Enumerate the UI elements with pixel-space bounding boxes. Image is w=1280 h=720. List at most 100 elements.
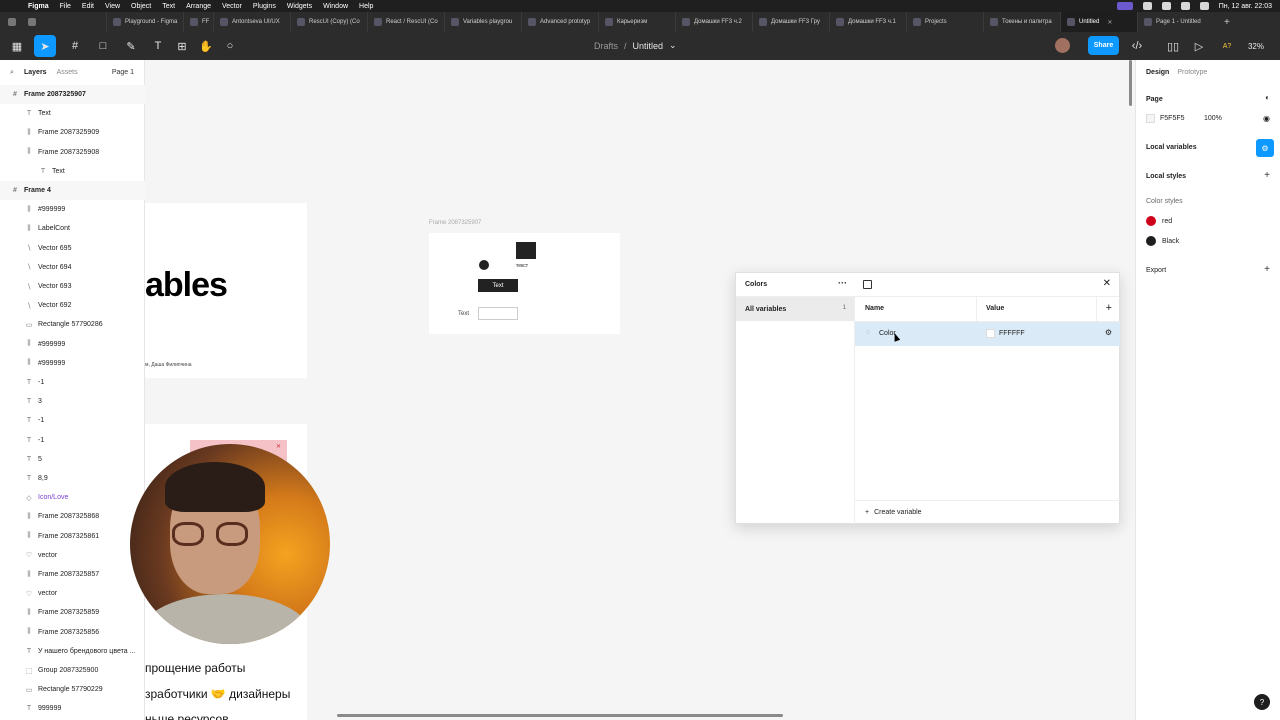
layer-item[interactable]: ⫼ Frame 2087325908	[0, 143, 145, 162]
file-tab[interactable]: Projects	[906, 12, 983, 32]
avatar[interactable]	[1055, 38, 1070, 53]
layer-item[interactable]: T 8,9	[0, 469, 145, 488]
page-opacity-value[interactable]: 100%	[1204, 115, 1222, 122]
menu-extra-icon[interactable]	[1142, 2, 1152, 10]
layer-item[interactable]: ∖ Vector 693	[0, 277, 145, 296]
open-variables-icon[interactable]: ⚙	[1256, 139, 1274, 157]
file-tab[interactable]: Page 1 - Untitled	[1137, 12, 1214, 32]
font-warning[interactable]: A?	[1218, 37, 1236, 55]
breadcrumb-drafts[interactable]: Drafts	[594, 41, 618, 51]
file-tab[interactable]: Advanced prototyp	[521, 12, 598, 32]
frame-tool-icon[interactable]: #	[66, 37, 84, 55]
layer-item[interactable]: ♡ vector	[0, 546, 145, 565]
share-button[interactable]: Share	[1088, 36, 1119, 55]
sidebar-toggle-icon[interactable]	[863, 280, 872, 289]
file-tab[interactable]: Домашки FF3 ч.1	[829, 12, 906, 32]
battery-icon[interactable]	[1161, 2, 1171, 10]
layer-item[interactable]: # Frame 4	[0, 181, 145, 200]
page-selector[interactable]: Page 1	[112, 69, 134, 76]
layer-item[interactable]: ⫼ Frame 2087325861	[0, 527, 145, 546]
file-tab[interactable]: Antontseva UI/UX	[213, 12, 290, 32]
menu-help[interactable]: Help	[359, 3, 373, 10]
edit-variable-icon[interactable]: ⚙	[1105, 328, 1112, 337]
layer-item[interactable]: ⫼ Frame 2087325856	[0, 623, 145, 642]
main-menu-icon[interactable]: ▦	[8, 37, 26, 55]
layer-item[interactable]: ⫼ Frame 2087325868	[0, 507, 145, 526]
menu-edit[interactable]: Edit	[82, 3, 94, 10]
file-tab[interactable]: Домашки FF3 ч.2	[675, 12, 752, 32]
layer-item[interactable]: T 999999	[0, 699, 145, 718]
new-tab-icon[interactable]: +	[1224, 17, 1230, 28]
menu-view[interactable]: View	[105, 3, 120, 10]
file-tab[interactable]: RescUI (Copy) (Co	[290, 12, 367, 32]
zoom-level[interactable]: 32%	[1245, 37, 1267, 55]
file-tab[interactable]: Variables playgrou	[444, 12, 521, 32]
add-mode-icon[interactable]: +	[1106, 302, 1112, 314]
layer-item[interactable]: T5	[0, 450, 145, 469]
horizontal-scrollbar[interactable]	[337, 714, 783, 717]
layer-item[interactable]: T -1	[0, 431, 145, 450]
layer-item[interactable]: ⫼ #999999	[0, 354, 145, 373]
canvas-circle[interactable]	[479, 260, 489, 270]
layer-item[interactable]: ⫼ #999999	[0, 200, 145, 219]
frame-label[interactable]: Frame 2087325907	[429, 220, 481, 226]
canvas-input-label[interactable]: Text	[458, 311, 469, 317]
layer-item[interactable]: T -1	[0, 373, 145, 392]
layer-item[interactable]: ∖ Vector 695	[0, 239, 145, 258]
layer-item[interactable]: ♡ vector	[0, 584, 145, 603]
vertical-scrollbar[interactable]	[1129, 60, 1132, 106]
shape-tool-icon[interactable]: □	[94, 37, 112, 55]
canvas-line-1[interactable]: прощение работы	[145, 661, 245, 675]
canvas-credit-text[interactable]: м, Даша Филипчина	[145, 362, 192, 368]
layer-item[interactable]: T Text	[0, 162, 145, 181]
search-icon[interactable]: ⌕	[10, 69, 20, 77]
pen-tool-icon[interactable]: ✎	[122, 37, 140, 55]
chevron-down-icon[interactable]: ⌄	[669, 40, 677, 51]
tab-design[interactable]: Design	[1146, 69, 1169, 76]
layer-item[interactable]: T -1	[0, 411, 145, 430]
help-button[interactable]: ?	[1254, 694, 1270, 710]
tab-assets[interactable]: Assets	[57, 69, 78, 76]
layer-item[interactable]: ⫼ #999999	[0, 335, 145, 354]
layer-item[interactable]: ∖ Vector 694	[0, 258, 145, 277]
canvas-text-input[interactable]	[478, 307, 518, 320]
layer-item[interactable]: ⫼ LabelCont	[0, 219, 145, 238]
file-tab[interactable]: Untitled ✕	[1060, 12, 1137, 32]
present-icon[interactable]: ▷	[1190, 37, 1208, 55]
close-icon[interactable]: ✕	[1103, 278, 1111, 289]
canvas-tekst-label[interactable]: текст	[516, 263, 528, 269]
layer-item[interactable]: ▭ Rectangle 57790286	[0, 315, 145, 334]
more-options-icon[interactable]: ···	[838, 278, 847, 288]
file-tab[interactable]: Playground - Figma	[106, 12, 183, 32]
add-style-icon[interactable]: +	[1264, 170, 1270, 181]
text-tool-icon[interactable]: T	[149, 37, 167, 55]
canvas-line-2[interactable]: зработчики 🤝 дизайнеры	[145, 687, 290, 701]
add-export-icon[interactable]: +	[1264, 264, 1270, 275]
canvas-square[interactable]	[516, 242, 536, 259]
layer-item[interactable]: # Frame 2087325907	[0, 85, 145, 104]
comment-tool-icon[interactable]: ○	[221, 37, 239, 55]
menu-text[interactable]: Text	[162, 3, 175, 10]
layer-item[interactable]: ⫼ Frame 2087325857	[0, 565, 145, 584]
layer-item[interactable]: ⫼ Frame 2087325909	[0, 123, 145, 142]
move-tool-icon[interactable]: ➤	[34, 35, 56, 57]
collection-name[interactable]: Colors	[745, 281, 767, 288]
dev-mode-toggle-icon[interactable]: ‹/›	[1125, 37, 1149, 55]
layer-item[interactable]: ⬚ Group 2087325900	[0, 661, 145, 680]
canvas-text-button[interactable]: Text	[478, 279, 518, 292]
create-variable-button[interactable]: + Create variable	[855, 500, 1120, 524]
menu-widgets[interactable]: Widgets	[287, 3, 312, 10]
color-style-black[interactable]: Black	[1146, 236, 1179, 246]
menu-file[interactable]: File	[60, 3, 71, 10]
clock[interactable]: Пн, 12 авг. 22:03	[1219, 3, 1272, 10]
canvas-big-text[interactable]: ables	[145, 266, 228, 305]
apple-icon[interactable]	[10, 2, 18, 10]
menu-vector[interactable]: Vector	[222, 3, 242, 10]
layer-item[interactable]: T3	[0, 392, 145, 411]
variable-value[interactable]: FFFFFF	[999, 330, 1025, 337]
sidebar-item-all-variables[interactable]: All variables 1	[736, 297, 854, 321]
home-icon[interactable]	[8, 18, 16, 26]
globe-icon[interactable]	[28, 18, 36, 26]
file-name[interactable]: Untitled	[633, 41, 664, 51]
layer-item[interactable]: ▭ Rectangle 57790229	[0, 680, 145, 699]
